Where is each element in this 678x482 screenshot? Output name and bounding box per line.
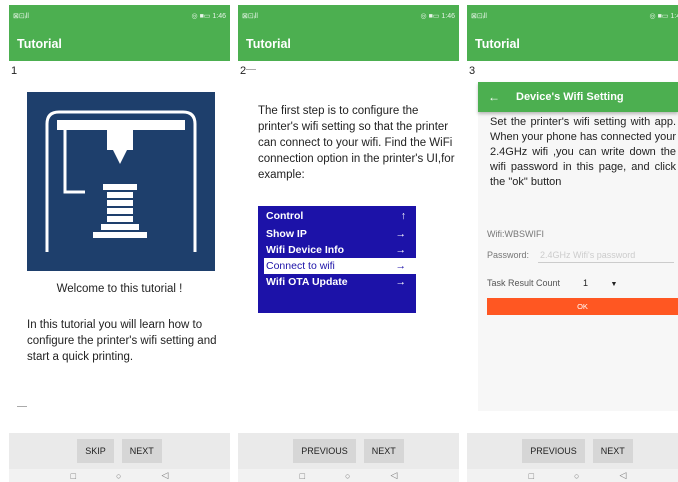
status-bar: ⊠⊡ᵢll ◎ ■▭ 1:46 bbox=[238, 5, 459, 26]
system-nav-bar: □ ○ ◁ bbox=[238, 469, 459, 482]
page-number: 2 bbox=[240, 65, 247, 77]
home-icon[interactable]: ○ bbox=[345, 471, 350, 481]
arrow-right-icon: → bbox=[395, 276, 407, 288]
battery-time: ◎ ■▭ 1:46 bbox=[191, 12, 226, 20]
back-icon[interactable]: ◁ bbox=[619, 470, 626, 481]
menu-item: Control ↑ bbox=[266, 210, 406, 222]
password-input[interactable]: 2.4GHz Wifi's password bbox=[540, 250, 635, 260]
next-button[interactable]: NEXT bbox=[121, 439, 162, 463]
overview-icon[interactable]: □ bbox=[300, 471, 305, 481]
signal-icon: ⊠⊡ᵢll bbox=[242, 12, 258, 20]
arrow-right-icon: → bbox=[395, 260, 407, 272]
button-bar: PREVIOUS NEXT bbox=[467, 433, 678, 469]
button-bar: PREVIOUS NEXT bbox=[238, 433, 459, 469]
system-nav-bar: □ ○ ◁ bbox=[467, 469, 678, 482]
wifi-instructions: Set the printer's wifi setting with app.… bbox=[490, 116, 676, 188]
arrow-right-icon: → bbox=[395, 244, 407, 256]
page-number: 3 bbox=[469, 65, 476, 77]
ok-button[interactable]: OK bbox=[487, 298, 678, 315]
step-instructions: The first step is to configure the print… bbox=[258, 105, 455, 181]
battery-time: ◎ ■▭ 1:46 bbox=[649, 12, 678, 20]
password-underline bbox=[538, 262, 674, 263]
page-number: 1 bbox=[11, 65, 18, 77]
arrow-right-icon: → bbox=[395, 228, 407, 240]
back-arrow-icon[interactable]: ← bbox=[488, 90, 500, 104]
app-title: Tutorial bbox=[467, 26, 678, 61]
menu-item-selected: Connect to wifi → bbox=[264, 258, 416, 274]
tutorial-content: 1 Welcome to this tutorial ! In this tut bbox=[9, 61, 230, 433]
overview-icon[interactable]: □ bbox=[71, 471, 76, 481]
divider bbox=[17, 406, 27, 407]
system-nav-bar: □ ○ ◁ bbox=[9, 469, 230, 482]
password-label: Password: bbox=[487, 250, 530, 260]
app-title: Tutorial bbox=[9, 26, 230, 61]
overview-icon[interactable]: □ bbox=[529, 471, 534, 481]
divider bbox=[246, 69, 256, 70]
dialog-title: Device's Wifi Setting bbox=[516, 91, 624, 103]
signal-icon: ⊠⊡ᵢll bbox=[13, 12, 29, 20]
next-button[interactable]: NEXT bbox=[363, 439, 404, 463]
button-bar: SKIP NEXT bbox=[9, 433, 230, 469]
tutorial-content: 2 The first step is to configure the pri… bbox=[238, 61, 459, 433]
back-icon[interactable]: ◁ bbox=[390, 470, 397, 481]
menu-item: Wifi OTA Update → bbox=[266, 276, 407, 288]
tutorial-description: In this tutorial you will learn how to c… bbox=[27, 319, 217, 363]
previous-button[interactable]: PREVIOUS bbox=[522, 439, 585, 463]
menu-item: Wifi Device Info → bbox=[266, 244, 407, 256]
task-result-label: Task Result Count bbox=[487, 278, 561, 288]
phone-screen-1: ⊠⊡ᵢll ◎ ■▭ 1:46 Tutorial 1 Welcome to th… bbox=[9, 5, 230, 482]
back-icon[interactable]: ◁ bbox=[161, 470, 168, 481]
arrow-up-icon: ↑ bbox=[400, 210, 406, 222]
welcome-text: Welcome to this tutorial ! bbox=[56, 283, 183, 295]
wifi-setting-body: Set the printer's wifi setting with app.… bbox=[478, 112, 678, 411]
home-icon[interactable]: ○ bbox=[574, 471, 579, 481]
battery-time: ◎ ■▭ 1:46 bbox=[420, 12, 455, 20]
status-bar: ⊠⊡ᵢll ◎ ■▭ 1:46 bbox=[9, 5, 230, 26]
next-button[interactable]: NEXT bbox=[592, 439, 633, 463]
skip-button[interactable]: SKIP bbox=[77, 439, 114, 463]
dropdown-arrow-icon: ▼ bbox=[610, 281, 618, 288]
wifi-setting-header: ← Device's Wifi Setting bbox=[478, 82, 678, 112]
status-bar: ⊠⊡ᵢll ◎ ■▭ 1:46 bbox=[467, 5, 678, 26]
phone-screen-2: ⊠⊡ᵢll ◎ ■▭ 1:46 Tutorial 2 The first ste… bbox=[238, 5, 459, 482]
wifi-label: Wifi:WBSWIFI bbox=[487, 229, 544, 239]
printer-menu-example: Control ↑ Show IP → Wifi Device Info → C… bbox=[258, 206, 416, 313]
app-title: Tutorial bbox=[238, 26, 459, 61]
previous-button[interactable]: PREVIOUS bbox=[293, 439, 356, 463]
signal-icon: ⊠⊡ᵢll bbox=[471, 12, 487, 20]
home-icon[interactable]: ○ bbox=[116, 471, 121, 481]
3d-printer-logo-icon bbox=[27, 92, 215, 271]
menu-item: Show IP → bbox=[266, 228, 407, 240]
task-result-select[interactable]: 1 ▼ bbox=[583, 278, 617, 288]
